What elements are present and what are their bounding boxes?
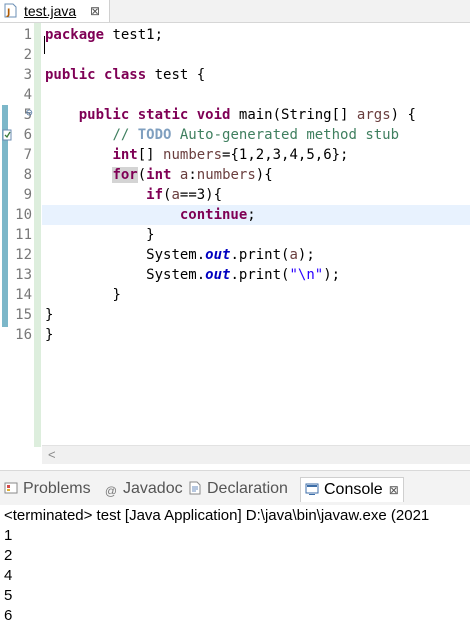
- code-line: package test1;: [45, 27, 164, 43]
- code-line: continue;: [179, 207, 256, 223]
- declaration-icon: [189, 481, 201, 495]
- svg-text:J: J: [6, 8, 10, 18]
- code-line: int[] numbers={1,2,3,4,5,6};: [112, 147, 349, 163]
- line-number: 13: [15, 267, 32, 283]
- close-icon[interactable]: ⊠: [389, 483, 399, 497]
- code-editor[interactable]: 1 2 3 4 5 6 7 8 9 10 11 12 13 14 15 16 ⊖…: [0, 23, 470, 464]
- line-number: 16: [15, 327, 32, 343]
- console-output-line: 2: [4, 547, 13, 564]
- line-number: 2: [23, 47, 32, 63]
- line-number: 11: [15, 227, 32, 243]
- line-number: 1: [23, 27, 32, 43]
- tab-declaration[interactable]: Declaration: [188, 477, 288, 501]
- code-line: }: [45, 307, 54, 323]
- line-number-gutter: 1 2 3 4 5 6 7 8 9 10 11 12 13 14 15 16 ⊖: [2, 23, 34, 447]
- line-number: 6: [23, 127, 32, 143]
- java-file-icon: J: [4, 3, 17, 18]
- code-line: }: [112, 287, 121, 303]
- code-line: // TODO Auto-generated method stub: [112, 127, 400, 143]
- code-line: System.out.print("\n");: [146, 267, 341, 283]
- console-status: <terminated> test [Java Application] D:\…: [4, 507, 430, 524]
- line-number: 7: [23, 147, 32, 163]
- console-icon: [305, 483, 319, 495]
- line-number: 9: [23, 187, 32, 203]
- task-marker-icon: [2, 129, 12, 141]
- tab-label: test.java: [24, 3, 77, 19]
- code-line: for(int a:numbers){: [112, 167, 273, 183]
- line-number: 15: [15, 307, 32, 323]
- tab-console[interactable]: Console ⊠: [300, 477, 404, 502]
- console-output-line: 1: [4, 527, 13, 544]
- view-tab-bar: Problems @ Javadoc Declaration Console ⊠: [0, 470, 470, 505]
- problems-icon: [4, 482, 18, 494]
- tab-test-java[interactable]: J test.java ⊠: [0, 0, 110, 22]
- tab-problems[interactable]: Problems: [4, 477, 91, 501]
- code-line: }: [45, 327, 54, 343]
- close-icon[interactable]: ⊠: [90, 2, 100, 20]
- fold-collapse-icon[interactable]: ⊖: [26, 103, 33, 123]
- console-output-line: 5: [4, 587, 13, 604]
- quick-diff-bar: [34, 23, 41, 447]
- console-panel: Problems @ Javadoc Declaration Console ⊠ <…: [0, 470, 470, 631]
- code-line: if(a==3){: [146, 187, 223, 203]
- tab-javadoc[interactable]: @ Javadoc: [104, 477, 183, 501]
- line-number: 4: [23, 87, 32, 103]
- scroll-left-icon[interactable]: <: [48, 446, 56, 464]
- line-number: 14: [15, 287, 32, 303]
- line-number: 3: [23, 67, 32, 83]
- console-output-line: 6: [4, 607, 13, 624]
- line-number: 12: [15, 247, 32, 263]
- console-output-line: 4: [4, 567, 13, 584]
- line-number: 8: [23, 167, 32, 183]
- line-number: 10: [15, 207, 32, 223]
- at-icon: @: [104, 484, 118, 498]
- editor-tab-bar: J test.java ⊠: [0, 0, 470, 23]
- code-line: System.out.print(a);: [146, 247, 315, 263]
- horizontal-scrollbar[interactable]: <: [42, 445, 470, 464]
- code-line: public static void main(String[] args) {: [78, 107, 416, 123]
- code-line: }: [146, 227, 155, 243]
- code-area[interactable]: package test1; public class test { publi…: [42, 23, 470, 447]
- code-line: public class test {: [45, 67, 206, 83]
